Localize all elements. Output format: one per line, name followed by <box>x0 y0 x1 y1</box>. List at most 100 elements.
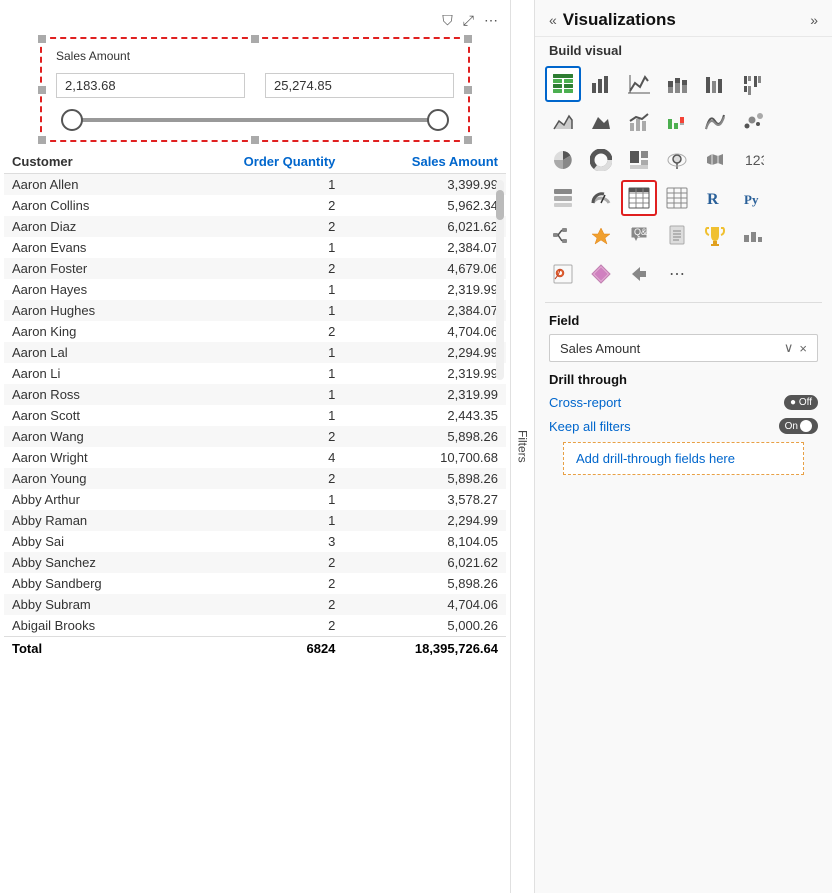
scroll-indicator[interactable] <box>496 180 504 380</box>
amount-cell: 6,021.62 <box>343 552 506 573</box>
table-row: Abby Arthur13,578.27 <box>4 489 506 510</box>
viz-area-chart-icon[interactable] <box>545 104 581 140</box>
customer-cell: Abigail Brooks <box>4 615 172 637</box>
viz-stacked-bar-icon[interactable] <box>659 66 695 102</box>
cross-report-toggle[interactable]: ● Off <box>784 395 818 410</box>
viz-treemap-icon[interactable] <box>621 142 657 178</box>
qty-cell: 1 <box>172 363 343 384</box>
more-options-icon[interactable]: ⋯ <box>484 12 498 29</box>
qty-cell: 1 <box>172 384 343 405</box>
filters-strip[interactable]: Filters <box>510 0 534 893</box>
customer-cell: Aaron Ross <box>4 384 172 405</box>
viz-python-icon[interactable]: Py <box>735 180 771 216</box>
resize-handle-mr[interactable] <box>464 86 472 94</box>
expand-panel-icon[interactable]: » <box>810 12 818 28</box>
keep-filters-toggle[interactable]: On <box>779 418 818 434</box>
build-visual-label: Build visual <box>535 37 832 62</box>
viz-bar-chart-icon[interactable] <box>583 66 619 102</box>
keep-filters-row: Keep all filters On <box>549 418 818 434</box>
keep-filters-toggle-state[interactable]: On <box>779 418 818 434</box>
cross-report-toggle-state[interactable]: ● Off <box>784 395 818 410</box>
viz-arrows-icon[interactable] <box>621 256 657 292</box>
resize-handle-tr[interactable] <box>464 35 472 43</box>
svg-text:123: 123 <box>745 152 764 168</box>
amount-cell: 4,704.06 <box>343 321 506 342</box>
viz-gauge-icon[interactable] <box>583 180 619 216</box>
viz-qa-icon[interactable]: Q&A <box>621 218 657 254</box>
viz-r-icon[interactable]: R <box>697 180 733 216</box>
viz-table-icon[interactable] <box>545 66 581 102</box>
amount-cell: 2,294.99 <box>343 510 506 531</box>
amount-cell: 10,700.68 <box>343 447 506 468</box>
amount-cell: 5,000.26 <box>343 615 506 637</box>
filter-icon[interactable]: ⛉ <box>442 12 453 29</box>
viz-mountain-icon[interactable] <box>583 104 619 140</box>
amount-cell: 4,679.06 <box>343 258 506 279</box>
amount-cell: 2,384.07 <box>343 300 506 321</box>
resize-handle-br[interactable] <box>464 136 472 144</box>
qty-cell: 1 <box>172 342 343 363</box>
expand-icon[interactable]: ⤢ <box>463 12 474 29</box>
viz-row-3: 123 <box>545 142 822 178</box>
viz-more-icon[interactable]: ⋯ <box>659 256 695 292</box>
scroll-thumb[interactable] <box>496 190 504 220</box>
table-row: Abby Sanchez26,021.62 <box>4 552 506 573</box>
viz-map2-icon[interactable] <box>545 256 581 292</box>
resize-handle-tm[interactable] <box>251 35 259 43</box>
field-clear-icon[interactable]: × <box>799 341 807 356</box>
range-handle-left[interactable] <box>61 109 83 131</box>
field-dropdown[interactable]: Sales Amount ∨ × <box>549 334 818 362</box>
viz-row-4: R Py <box>545 180 822 216</box>
range-min-input[interactable] <box>56 73 245 98</box>
viz-line-chart-icon[interactable] <box>621 66 657 102</box>
viz-trophy-icon[interactable] <box>697 218 733 254</box>
viz-filled-map-icon[interactable] <box>697 142 733 178</box>
range-handle-right[interactable] <box>427 109 449 131</box>
viz-matrix-icon[interactable] <box>659 180 695 216</box>
viz-key-influencers-icon[interactable] <box>583 218 619 254</box>
viz-map-icon[interactable] <box>659 142 695 178</box>
viz-decomp-tree-icon[interactable] <box>545 218 581 254</box>
viz-ribbon-chart-icon[interactable] <box>697 104 733 140</box>
resize-handle-tl[interactable] <box>38 35 46 43</box>
viz-combo-chart-icon[interactable] <box>621 104 657 140</box>
table-row: Abby Subram24,704.06 <box>4 594 506 615</box>
viz-clustered-bar-icon[interactable] <box>735 66 771 102</box>
customer-cell: Aaron Allen <box>4 174 172 196</box>
resize-handle-bm[interactable] <box>251 136 259 144</box>
qty-cell: 4 <box>172 447 343 468</box>
range-max-input[interactable] <box>265 73 454 98</box>
footer-total-label: Total <box>4 637 172 661</box>
viz-small-multiples-icon[interactable] <box>735 218 771 254</box>
right-panel: « Visualizations » Build visual <box>534 0 832 893</box>
drill-label: Drill through <box>549 372 818 387</box>
resize-handle-ml[interactable] <box>38 86 46 94</box>
table-row: Aaron Li12,319.99 <box>4 363 506 384</box>
drill-section: Drill through Cross-report ● Off Keep al… <box>535 366 832 483</box>
resize-handle-bl[interactable] <box>38 136 46 144</box>
viz-paginated-icon[interactable] <box>659 218 695 254</box>
viz-table-matrix-selected-icon[interactable] <box>621 180 657 216</box>
table-row: Aaron Young25,898.26 <box>4 468 506 489</box>
qty-cell: 2 <box>172 594 343 615</box>
customer-cell: Abby Sanchez <box>4 552 172 573</box>
viz-diamond-icon[interactable] <box>583 256 619 292</box>
viz-donut-icon[interactable] <box>583 142 619 178</box>
add-drill-through-area[interactable]: Add drill-through fields here <box>563 442 804 475</box>
amount-cell: 2,319.99 <box>343 279 506 300</box>
viz-multi-row-card-icon[interactable] <box>545 180 581 216</box>
collapse-panel-icon[interactable]: « <box>549 12 557 28</box>
customer-cell: Aaron Scott <box>4 405 172 426</box>
viz-waterfall-icon[interactable] <box>659 104 695 140</box>
viz-scatter-icon[interactable] <box>735 104 771 140</box>
right-panel-header: « Visualizations » <box>535 0 832 37</box>
svg-text:R: R <box>707 191 719 208</box>
viz-column-chart-icon[interactable] <box>697 66 733 102</box>
table-row: Aaron Diaz26,021.62 <box>4 216 506 237</box>
table-row: Aaron Evans12,384.07 <box>4 237 506 258</box>
viz-pie-chart-icon[interactable] <box>545 142 581 178</box>
customer-cell: Aaron Collins <box>4 195 172 216</box>
viz-number-card-icon[interactable]: 123 <box>735 142 771 178</box>
field-chevron-icon[interactable]: ∨ <box>784 340 794 356</box>
customer-cell: Abby Sandberg <box>4 573 172 594</box>
